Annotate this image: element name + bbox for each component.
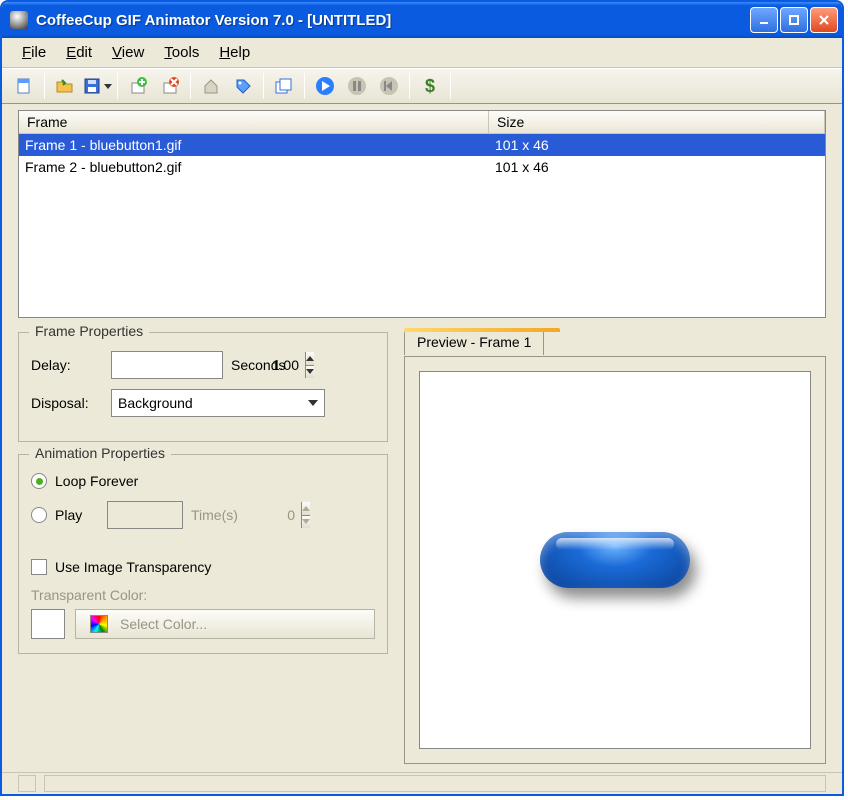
delay-up-button[interactable] (305, 352, 314, 366)
table-row[interactable]: Frame 2 - bluebutton2.gif101 x 46 (19, 156, 825, 178)
delay-label: Delay: (31, 357, 103, 373)
menu-tools[interactable]: Tools (154, 40, 209, 65)
play-label: Play (55, 507, 99, 523)
close-button[interactable] (810, 7, 838, 33)
new-file-button[interactable] (8, 71, 40, 101)
frames-button[interactable] (268, 71, 300, 101)
minimize-button[interactable] (750, 7, 778, 33)
frame-list-header: Frame Size (19, 111, 825, 134)
titlebar[interactable]: CoffeeCup GIF Animator Version 7.0 - [UN… (2, 2, 842, 38)
menu-file[interactable]: File (12, 40, 56, 65)
preview-image (540, 532, 690, 588)
disposal-label: Disposal: (31, 395, 103, 411)
select-color-button[interactable]: Select Color... (75, 609, 375, 639)
purchase-button[interactable]: $ (414, 71, 446, 101)
loop-forever-label: Loop Forever (55, 473, 138, 489)
play-radio[interactable] (31, 507, 47, 523)
disposal-combo[interactable]: Background (111, 389, 325, 417)
menu-help[interactable]: Help (209, 40, 260, 65)
animation-properties-group: Animation Properties Loop Forever Play T… (18, 454, 388, 654)
app-icon (10, 11, 28, 29)
transparency-checkbox[interactable] (31, 559, 47, 575)
menu-edit[interactable]: Edit (56, 40, 102, 65)
statusbar (2, 772, 842, 794)
size-cell: 101 x 46 (489, 158, 825, 176)
delay-unit: Seconds (231, 357, 285, 373)
window-title: CoffeeCup GIF Animator Version 7.0 - [UN… (36, 12, 750, 29)
column-header-frame[interactable]: Frame (19, 111, 489, 133)
tag-button[interactable] (227, 71, 259, 101)
maximize-button[interactable] (780, 7, 808, 33)
delay-down-button[interactable] (305, 366, 314, 379)
preview-canvas (419, 371, 811, 749)
size-cell: 101 x 46 (489, 136, 825, 154)
transparency-label: Use Image Transparency (55, 559, 211, 575)
play-button[interactable] (309, 71, 341, 101)
menubar: File Edit View Tools Help (2, 38, 842, 68)
save-button[interactable] (81, 71, 113, 101)
play-count-spinner (107, 501, 183, 529)
select-color-label: Select Color... (120, 616, 207, 632)
application-window: CoffeeCup GIF Animator Version 7.0 - [UN… (0, 0, 844, 796)
column-header-size[interactable]: Size (489, 111, 825, 133)
play-unit: Time(s) (191, 507, 238, 523)
frame-cell: Frame 2 - bluebutton2.gif (19, 158, 489, 176)
frame-properties-title: Frame Properties (29, 323, 149, 339)
home-button[interactable] (195, 71, 227, 101)
frame-properties-group: Frame Properties Delay: Seconds Disposal… (18, 332, 388, 442)
lower-panels: Frame Properties Delay: Seconds Disposal… (2, 324, 842, 772)
animation-properties-title: Animation Properties (29, 445, 171, 461)
menu-view[interactable]: View (102, 40, 154, 65)
preview-tab[interactable]: Preview - Frame 1 (404, 330, 544, 355)
window-controls (750, 7, 838, 33)
properties-column: Frame Properties Delay: Seconds Disposal… (18, 332, 388, 764)
transparent-color-swatch[interactable] (31, 609, 65, 639)
remove-frame-button[interactable] (154, 71, 186, 101)
frame-list: Frame Size Frame 1 - bluebutton1.gif101 … (18, 110, 826, 318)
disposal-value: Background (118, 395, 193, 411)
pause-button[interactable] (341, 71, 373, 101)
delay-spinner[interactable] (111, 351, 223, 379)
chevron-down-icon (308, 400, 318, 406)
rewind-button[interactable] (373, 71, 405, 101)
color-picker-icon (90, 615, 108, 633)
preview-box (404, 356, 826, 764)
frame-list-body[interactable]: Frame 1 - bluebutton1.gif101 x 46Frame 2… (19, 134, 825, 317)
add-frame-button[interactable] (122, 71, 154, 101)
open-folder-button[interactable] (49, 71, 81, 101)
table-row[interactable]: Frame 1 - bluebutton1.gif101 x 46 (19, 134, 825, 156)
preview-panel: Preview - Frame 1 (404, 332, 826, 764)
tab-accent (404, 328, 560, 332)
toolbar: $ (2, 68, 842, 104)
transparent-color-label: Transparent Color: (31, 587, 375, 603)
loop-forever-radio[interactable] (31, 473, 47, 489)
frame-cell: Frame 1 - bluebutton1.gif (19, 136, 489, 154)
